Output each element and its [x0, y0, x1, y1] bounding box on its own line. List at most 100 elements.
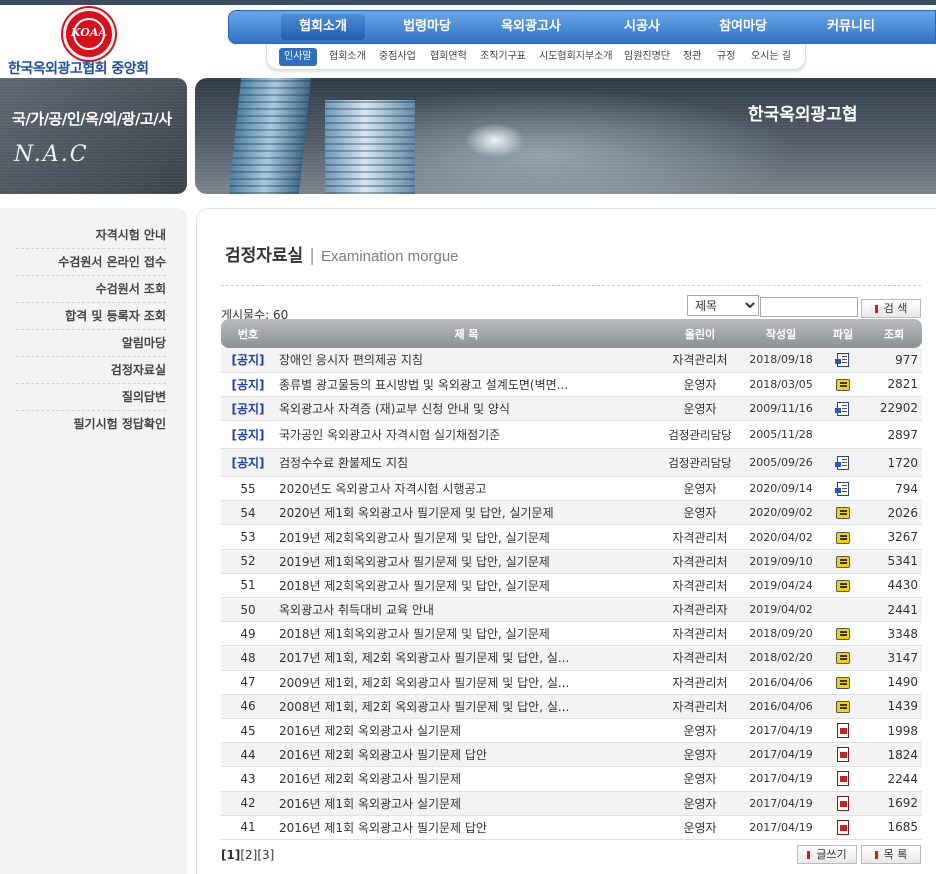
row-title-link[interactable]: 2016년 제1회 옥외광고사 필기문제 답안 [275, 815, 658, 840]
page-link[interactable]: [2] [240, 848, 257, 862]
pdf-file-icon[interactable] [837, 723, 849, 739]
row-number: 49 [221, 621, 275, 647]
sidebar-item-pass-lookup[interactable]: 합격 및 등록자 조회 [16, 303, 166, 330]
hwp-file-icon[interactable] [836, 579, 850, 592]
row-file [820, 718, 866, 744]
row-title-link[interactable]: 2020년 제1회 옥외광고사 필기문제 및 답안, 실기문제 [275, 500, 658, 526]
document-file-icon[interactable] [835, 455, 849, 470]
row-title-link[interactable]: 2016년 제2회 옥외광고사 실기문제 [275, 718, 658, 744]
main-nav-item[interactable]: 법령마당 [379, 11, 475, 43]
search-button[interactable]: 검 색 [861, 299, 921, 318]
sub-nav-item[interactable]: 조직기구표 [480, 48, 526, 66]
table-row[interactable]: 44 2016년 제2회 옥외광고사 필기문제 답안 운영자 2017/04/19 18… [221, 742, 922, 768]
page-link-current[interactable]: [1] [221, 848, 240, 862]
row-title-link[interactable]: 2009년 제1회, 제2회 옥외광고사 필기문제 및 답안, 실... [275, 670, 658, 695]
hwp-file-icon[interactable] [836, 555, 850, 568]
hwp-file-icon[interactable] [836, 700, 850, 713]
page-link[interactable]: [3] [257, 848, 274, 862]
table-row[interactable]: 47 2009년 제1회, 제2회 옥외광고사 필기문제 및 답안, 실... 자격… [221, 670, 922, 695]
hwp-file-icon[interactable] [836, 378, 850, 391]
main-nav-item[interactable]: 참여마당 [695, 11, 791, 43]
hwp-file-icon[interactable] [836, 676, 850, 689]
row-title-link[interactable]: 옥외광고사 자격증 (재)교부 신청 안내 및 양식 [275, 396, 658, 422]
row-title-link[interactable]: 2016년 제1회 옥외광고사 실기문제 [275, 791, 658, 816]
row-title-link[interactable]: 장애인 응시자 편의제공 지침 [275, 348, 658, 373]
table-row[interactable]: 51 2018년 제2회옥외광고사 필기문제 및 답안, 실기문제 자격관리처 201… [221, 573, 922, 599]
table-row[interactable]: [공지] 종류별 광고물등의 표시방법 및 옥외광고 설계도면(벽면... 운영자 2… [221, 372, 922, 397]
table-row[interactable]: [공지] 검정수수료 환불제도 지침 검정관리담당 2005/09/26 1720 [221, 448, 922, 478]
row-title-link[interactable]: 검정수수료 환불제도 지침 [275, 448, 658, 478]
pdf-file-icon[interactable] [837, 795, 849, 811]
row-date: 2017/04/19 [742, 742, 820, 768]
table-row[interactable]: 42 2016년 제1회 옥외광고사 실기문제 운영자 2017/04/19 1692 [221, 791, 922, 816]
list-button[interactable]: 목 록 [861, 845, 921, 864]
row-hits: 1824 [866, 742, 922, 768]
sidebar-item-exam-guide[interactable]: 자격시험 안내 [16, 222, 166, 249]
sub-nav-item[interactable]: 인사말 [279, 48, 317, 66]
row-title-link[interactable]: 옥외광고사 취득대비 교육 안내 [275, 597, 658, 623]
sidebar-item-qna[interactable]: 질의답변 [16, 384, 166, 411]
hwp-file-icon[interactable] [836, 628, 850, 641]
table-row[interactable]: 52 2019년 제1회옥외광고사 필기문제 및 답안, 실기문제 자격관리처 201… [221, 549, 922, 574]
table-row[interactable]: 50 옥외광고사 취득대비 교육 안내 자격관리자 2019/04/02 2441 [221, 597, 922, 623]
hwp-file-icon[interactable] [836, 507, 850, 520]
main-nav-item[interactable]: 커뮤니티 [803, 11, 899, 43]
sidebar-item-application-lookup[interactable]: 수검원서 조회 [16, 276, 166, 303]
table-row[interactable]: [공지] 장애인 응시자 편의제공 지침 자격관리처 2018/09/18 977 [221, 348, 922, 373]
sub-nav-item[interactable]: 임원진명단 [624, 48, 670, 66]
sidebar-item-answer-check[interactable]: 필기시험 정답확인 [16, 411, 167, 438]
sidebar-item-online-application[interactable]: 수검원서 온라인 접수 [16, 249, 166, 276]
table-row[interactable]: 53 2019년 제2회옥외광고사 필기문제 및 답안, 실기문제 자격관리처 202… [221, 524, 922, 550]
table-row[interactable]: 49 2018년 제1회옥외광고사 필기문제 및 답안, 실기문제 자격관리처 201… [221, 621, 922, 647]
row-title-link[interactable]: 2018년 제2회옥외광고사 필기문제 및 답안, 실기문제 [275, 573, 658, 599]
hwp-file-icon[interactable] [836, 531, 850, 544]
sub-nav-item[interactable]: 협회연혁 [430, 48, 467, 66]
row-title-link[interactable]: 2018년 제1회옥외광고사 필기문제 및 답안, 실기문제 [275, 621, 658, 647]
row-title-link[interactable]: 2019년 제2회옥외광고사 필기문제 및 답안, 실기문제 [275, 524, 658, 550]
pdf-file-icon[interactable] [837, 819, 849, 835]
document-file-icon[interactable] [835, 401, 849, 416]
row-title-link[interactable]: 2017년 제1회, 제2회 옥외광고사 필기문제 및 답안, 실... [275, 645, 658, 671]
sub-nav: 인사말 협회소개 중점사업 협회연혁 조직기구표 시도협회지부소개 임원진명단 … [266, 44, 806, 70]
row-hits: 22902 [866, 396, 922, 422]
table-row[interactable]: 55 2020년도 옥외광고사 자격시험 시행공고 운영자 2020/09/14 794 [221, 476, 922, 502]
hwp-file-icon[interactable] [836, 652, 850, 665]
title-divider [221, 285, 921, 286]
sidebar-item-notice[interactable]: 알림마당 [16, 330, 166, 357]
table-row[interactable]: 46 2008년 제1회, 제2회 옥외광고사 필기문제 및 답안, 실... 자격… [221, 694, 922, 719]
document-file-icon[interactable] [835, 481, 849, 496]
table-row[interactable]: [공지] 옥외광고사 자격증 (재)교부 신청 안내 및 양식 운영자 2009/11… [221, 396, 922, 422]
sub-nav-item[interactable]: 협회소개 [329, 48, 366, 66]
sub-nav-item[interactable]: 오시는 길 [751, 48, 791, 66]
table-row[interactable]: 45 2016년 제2회 옥외광고사 실기문제 운영자 2017/04/19 1998 [221, 718, 922, 744]
row-title-link[interactable]: 2016년 제2회 옥외광고사 필기문제 [275, 766, 658, 792]
sub-nav-item[interactable]: 정관 [683, 48, 701, 66]
search-field-select[interactable]: 제목 [687, 295, 759, 316]
main-nav-item[interactable]: 시공사 [601, 11, 683, 43]
pdf-file-icon[interactable] [837, 771, 849, 787]
write-button[interactable]: 글쓰기 [797, 845, 857, 864]
main-nav-item[interactable]: 협회소개 [281, 14, 365, 40]
table-row[interactable]: 54 2020년 제1회 옥외광고사 필기문제 및 답안, 실기문제 운영자 2020… [221, 500, 922, 526]
row-number: 50 [221, 597, 275, 623]
sub-nav-item[interactable]: 시도협회지부소개 [539, 48, 613, 66]
row-title-link[interactable]: 2008년 제1회, 제2회 옥외광고사 필기문제 및 답안, 실... [275, 694, 658, 719]
sidebar-item-archive[interactable]: 검정자료실 [16, 357, 166, 384]
table-row[interactable]: [공지] 국가공인 옥외광고사 자격시험 실기채점기준 검정관리담당 2005/11/… [221, 420, 922, 450]
row-title-link[interactable]: 2020년도 옥외광고사 자격시험 시행공고 [275, 476, 658, 502]
pdf-file-icon[interactable] [837, 747, 849, 763]
site-logo[interactable]: KOAA 한국옥외광고협회 중앙회 [8, 8, 183, 78]
table-row[interactable]: 41 2016년 제1회 옥외광고사 필기문제 답안 운영자 2017/04/19 16… [221, 815, 922, 840]
table-row[interactable]: 43 2016년 제2회 옥외광고사 필기문제 운영자 2017/04/19 2244 [221, 766, 922, 792]
main-nav-item[interactable]: 옥외광고사 [481, 11, 581, 43]
document-file-icon[interactable] [835, 353, 849, 368]
sub-nav-item[interactable]: 규정 [717, 48, 735, 66]
sub-nav-item[interactable]: 중점사업 [379, 48, 416, 66]
row-title-link[interactable]: 국가공인 옥외광고사 자격시험 실기채점기준 [275, 420, 658, 450]
search-input[interactable] [760, 297, 858, 317]
row-title-link[interactable]: 2016년 제2회 옥외광고사 필기문제 답안 [275, 742, 658, 768]
row-title-link[interactable]: 2019년 제1회옥외광고사 필기문제 및 답안, 실기문제 [275, 549, 658, 574]
row-file [820, 815, 866, 840]
row-title-link[interactable]: 종류별 광고물등의 표시방법 및 옥외광고 설계도면(벽면... [275, 372, 658, 397]
table-row[interactable]: 48 2017년 제1회, 제2회 옥외광고사 필기문제 및 답안, 실... 자격… [221, 645, 922, 671]
